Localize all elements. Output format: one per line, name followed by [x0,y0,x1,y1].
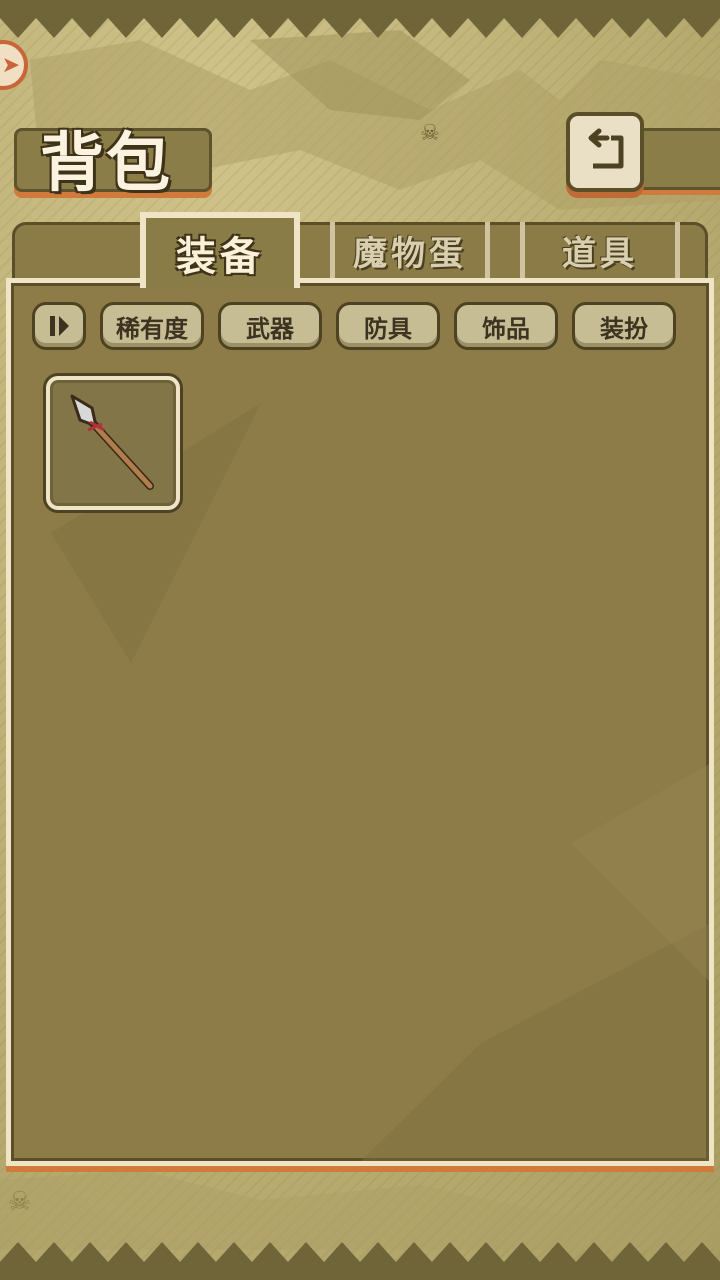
tab-equipment[interactable]: 装备 [140,212,300,288]
back-button[interactable] [566,112,644,192]
filter-weapon-button[interactable]: 武器 [218,302,322,350]
filter-costume-button[interactable]: 装扮 [572,302,676,350]
tab-items[interactable]: 道具 [520,222,680,278]
spear-icon [70,394,154,490]
filter-rarity-button[interactable]: 稀有度 [100,302,204,350]
inventory-slot[interactable] [46,376,180,510]
sort-toggle-button[interactable] [32,302,86,350]
filter-armor-button[interactable]: 防具 [336,302,440,350]
back-arrow-icon [588,128,624,169]
page-title: 背包 [40,126,172,201]
tab-monster-egg[interactable]: 魔物蛋 [330,222,490,278]
top-zigzag-border [0,0,720,38]
filter-accessory-button[interactable]: 饰品 [454,302,558,350]
svg-text:☠: ☠ [420,121,440,146]
sort-toggle-icon [50,316,69,336]
bottom-zigzag-border [0,1242,720,1280]
arrow-right-icon: ➤ [1,52,20,78]
